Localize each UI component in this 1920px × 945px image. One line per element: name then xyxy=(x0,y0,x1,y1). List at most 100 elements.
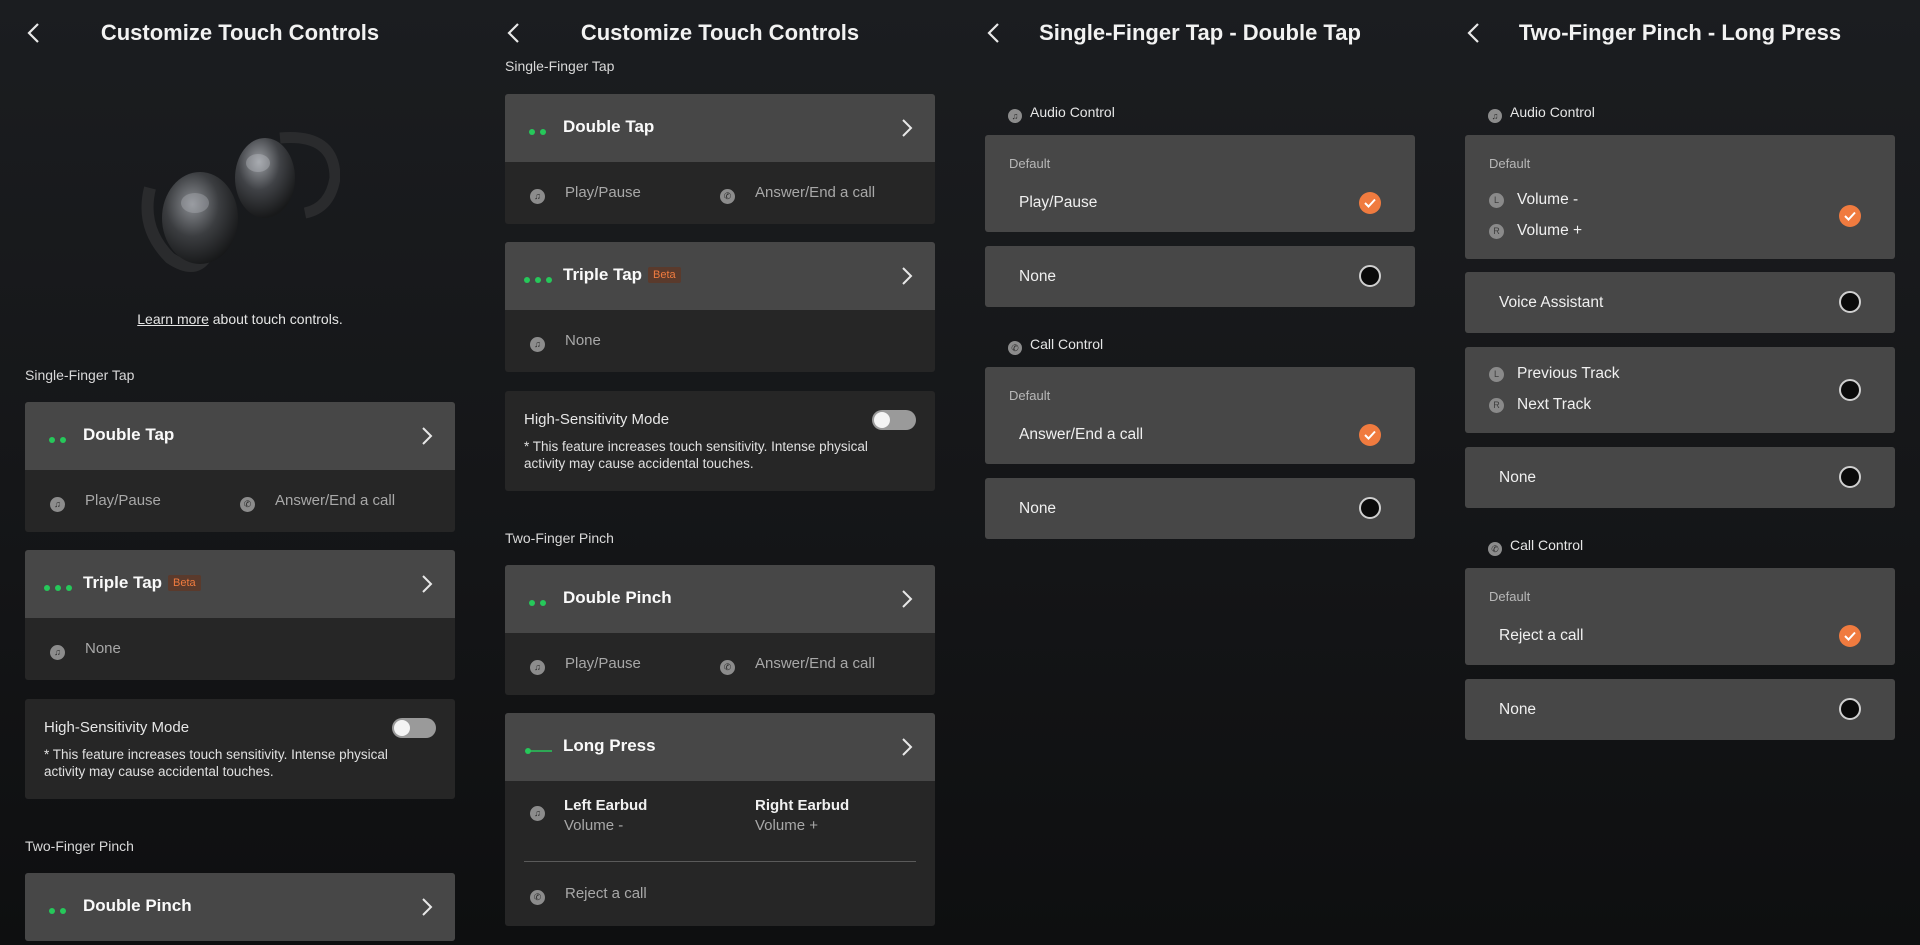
two-dots-indicator xyxy=(49,902,71,914)
triple-tap-row[interactable]: Triple Tap Beta xyxy=(25,550,455,618)
radio-unselected[interactable] xyxy=(1839,291,1861,313)
option-play-pause[interactable]: Default Play/Pause xyxy=(985,135,1415,232)
double-tap-label: Double Tap xyxy=(83,425,175,444)
learn-more-rest: about touch controls. xyxy=(208,311,343,327)
option-none-call[interactable]: None xyxy=(1465,679,1895,740)
double-pinch-card: Double Pinch ♫ Play/Pause ✆ Answer/End a c… xyxy=(505,565,935,695)
music-note-icon: ♫ xyxy=(50,645,65,660)
music-note-icon: ♫ xyxy=(530,660,545,675)
top-bar: Two-Finger Pinch - Long Press xyxy=(1440,0,1920,66)
double-tap-label: Double Tap xyxy=(563,117,655,136)
radio-unselected[interactable] xyxy=(1359,265,1381,287)
default-label: Default xyxy=(1009,388,1051,403)
option-reject-call[interactable]: Default Reject a call xyxy=(1465,568,1895,665)
option-none-call[interactable]: None xyxy=(985,478,1415,539)
double-tap-summary: ♫ Play/Pause ✆ Answer/End a call xyxy=(505,162,935,224)
long-press-card: Long Press ♫ Left Earbud Volume - Right … xyxy=(505,713,935,926)
radio-unselected[interactable] xyxy=(1839,466,1861,488)
high-sensitivity-label: High-Sensitivity Mode xyxy=(524,411,670,428)
right-earbud-title: Right Earbud xyxy=(755,797,850,814)
right-badge: R xyxy=(1489,224,1504,239)
left-badge: L xyxy=(1489,367,1504,382)
double-pinch-summary: ♫ Play/Pause ✆ Answer/End a call xyxy=(505,633,935,695)
chevron-right-icon xyxy=(902,267,913,285)
option-line-right: R Next Track xyxy=(1489,396,1591,414)
double-pinch-label: Double Pinch xyxy=(83,896,192,915)
double-pinch-row[interactable]: Double Pinch xyxy=(25,873,455,941)
option-answer-end-call[interactable]: Default Answer/End a call xyxy=(985,367,1415,464)
option-label: Voice Assistant xyxy=(1499,294,1604,311)
phone-icon: ✆ xyxy=(1488,542,1502,556)
triple-tap-summary: ♫ None xyxy=(25,618,455,680)
option-none-audio[interactable]: None xyxy=(985,246,1415,307)
long-press-row[interactable]: Long Press xyxy=(505,713,935,781)
beta-badge: Beta xyxy=(648,267,681,283)
music-note-icon: ♫ xyxy=(530,801,545,821)
double-tap-row[interactable]: Double Tap xyxy=(505,94,935,162)
learn-more-text: Learn more about touch controls. xyxy=(0,311,480,327)
top-bar: Customize Touch Controls xyxy=(480,0,960,66)
option-label: None xyxy=(1499,469,1537,486)
radio-unselected[interactable] xyxy=(1839,379,1861,401)
audio-control-group: ♫ Audio Control xyxy=(1488,104,1595,123)
call-control-group: ✆ Call Control xyxy=(1008,336,1103,355)
music-note-icon: ♫ xyxy=(1488,109,1502,123)
check-icon xyxy=(1844,211,1856,221)
high-sensitivity-toggle[interactable] xyxy=(392,718,436,738)
option-label: Answer/End a call xyxy=(1019,426,1144,443)
learn-more-link[interactable]: Learn more xyxy=(137,311,209,327)
long-press-label: Long Press xyxy=(563,736,656,755)
default-label: Default xyxy=(1489,156,1531,171)
music-note-icon: ♫ xyxy=(530,337,545,352)
option-label: None xyxy=(1499,701,1537,718)
music-note-icon: ♫ xyxy=(50,497,65,512)
triple-tap-card: Triple Tap Beta ♫ None xyxy=(25,550,455,680)
double-tap-row[interactable]: Double Tap xyxy=(25,402,455,470)
audio-action: ♫ None xyxy=(530,332,601,352)
option-none-audio[interactable]: None xyxy=(1465,447,1895,508)
screen-long-press-settings: Two-Finger Pinch - Long Press ♫ Audio Con… xyxy=(1440,0,1920,945)
radio-selected[interactable] xyxy=(1839,205,1861,227)
chevron-right-icon xyxy=(902,119,913,137)
option-line-left: L Previous Track xyxy=(1489,365,1620,383)
two-dots-indicator xyxy=(49,431,71,443)
top-bar: Customize Touch Controls xyxy=(0,0,480,66)
triple-tap-row[interactable]: Triple Tap Beta xyxy=(505,242,935,310)
high-sensitivity-description: * This feature increases touch sensitivi… xyxy=(44,747,388,779)
audio-action: ♫ Play/Pause xyxy=(530,184,641,204)
check-icon xyxy=(1364,430,1376,440)
phone-icon: ✆ xyxy=(530,890,545,905)
option-label: Play/Pause xyxy=(1019,194,1098,211)
left-badge: L xyxy=(1489,193,1504,208)
option-label: Reject a call xyxy=(1499,627,1584,644)
chevron-right-icon xyxy=(422,427,433,445)
top-bar: Single-Finger Tap - Double Tap xyxy=(960,0,1440,66)
phone-icon: ✆ xyxy=(720,189,735,204)
triple-tap-card: Triple Tap Beta ♫ None xyxy=(505,242,935,372)
radio-selected[interactable] xyxy=(1359,192,1381,214)
option-volume[interactable]: Default L Volume - R Volume + xyxy=(1465,135,1895,259)
page-title: Single-Finger Tap - Double Tap xyxy=(1039,20,1361,45)
right-earbud-value: Volume + xyxy=(755,817,818,834)
high-sensitivity-toggle[interactable] xyxy=(872,410,916,430)
earbuds-image xyxy=(140,118,341,278)
triple-tap-label: Triple Tap Beta xyxy=(563,265,681,285)
double-pinch-row[interactable]: Double Pinch xyxy=(505,565,935,633)
long-press-indicator xyxy=(524,742,554,754)
double-pinch-card: Double Pinch xyxy=(25,873,455,941)
option-voice-assistant[interactable]: Voice Assistant xyxy=(1465,272,1895,333)
chevron-right-icon xyxy=(902,738,913,756)
call-action: ✆ Answer/End a call xyxy=(240,492,395,512)
radio-unselected[interactable] xyxy=(1359,497,1381,519)
check-icon xyxy=(1364,198,1376,208)
radio-selected[interactable] xyxy=(1359,424,1381,446)
check-icon xyxy=(1844,631,1856,641)
left-earbud-title: Left Earbud xyxy=(564,797,648,814)
radio-unselected[interactable] xyxy=(1839,698,1861,720)
divider xyxy=(524,861,916,862)
option-track[interactable]: L Previous Track R Next Track xyxy=(1465,347,1895,433)
high-sensitivity-label: High-Sensitivity Mode xyxy=(44,719,190,736)
radio-selected[interactable] xyxy=(1839,625,1861,647)
page-title: Customize Touch Controls xyxy=(100,20,380,45)
page-title: Two-Finger Pinch - Long Press xyxy=(1518,20,1842,45)
